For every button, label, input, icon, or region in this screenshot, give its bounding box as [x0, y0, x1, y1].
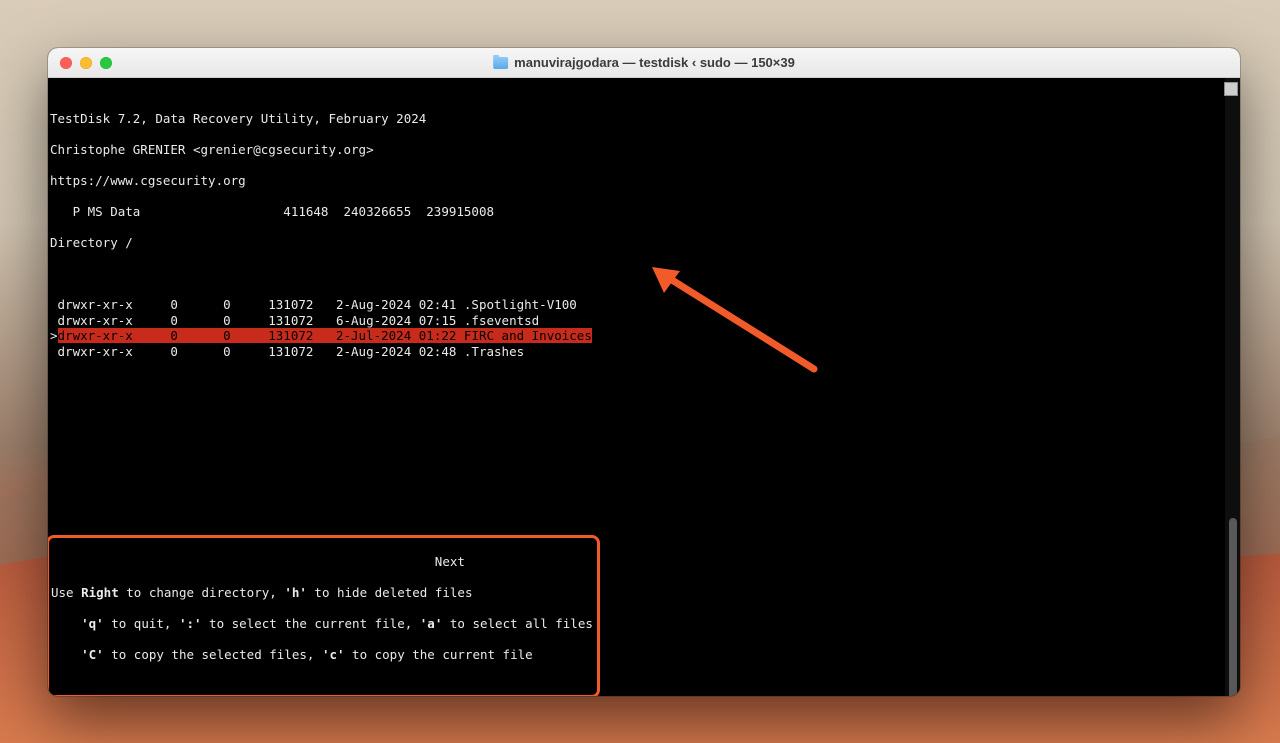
window-title: manuvirajgodara — testdisk ‹ sudo — 150×… [493, 55, 795, 70]
window-scrollbar-track[interactable] [1225, 78, 1240, 696]
terminal-content[interactable]: TestDisk 7.2, Data Recovery Utility, Feb… [48, 78, 1240, 696]
directory-line: Directory / [50, 235, 1240, 251]
fullscreen-icon[interactable] [100, 57, 112, 69]
help-box-annotation: Next Use Right to change directory, 'h' … [48, 535, 600, 696]
next-label: Next [51, 554, 593, 570]
traffic-lights [60, 57, 112, 69]
help-line: 'q' to quit, ':' to select the current f… [51, 616, 593, 632]
minimize-icon[interactable] [80, 57, 92, 69]
file-row[interactable]: drwxr-xr-x 0 0 131072 2-Aug-2024 02:41 .… [50, 297, 1240, 313]
partition-line: P MS Data 411648 240326655 239915008 [50, 204, 1240, 220]
help-line: 'C' to copy the selected files, 'c' to c… [51, 647, 593, 663]
header-line: Christophe GRENIER <grenier@cgsecurity.o… [50, 142, 1240, 158]
file-row[interactable]: drwxr-xr-x 0 0 131072 6-Aug-2024 07:15 .… [50, 313, 1240, 329]
window-title-text: manuvirajgodara — testdisk ‹ sudo — 150×… [514, 55, 795, 70]
blank-line [50, 266, 1240, 282]
help-line: Use Right to change directory, 'h' to hi… [51, 585, 593, 601]
header-line: https://www.cgsecurity.org [50, 173, 1240, 189]
header-line: TestDisk 7.2, Data Recovery Utility, Feb… [50, 111, 1240, 127]
file-row[interactable]: drwxr-xr-x 0 0 131072 2-Aug-2024 02:48 .… [50, 344, 1240, 360]
file-row-selected[interactable]: >drwxr-xr-x 0 0 131072 2-Jul-2024 01:22 … [50, 328, 592, 344]
terminal-window: manuvirajgodara — testdisk ‹ sudo — 150×… [48, 48, 1240, 696]
close-icon[interactable] [60, 57, 72, 69]
folder-icon [493, 57, 508, 69]
titlebar[interactable]: manuvirajgodara — testdisk ‹ sudo — 150×… [48, 48, 1240, 78]
window-scrollbar-thumb[interactable] [1229, 518, 1237, 696]
